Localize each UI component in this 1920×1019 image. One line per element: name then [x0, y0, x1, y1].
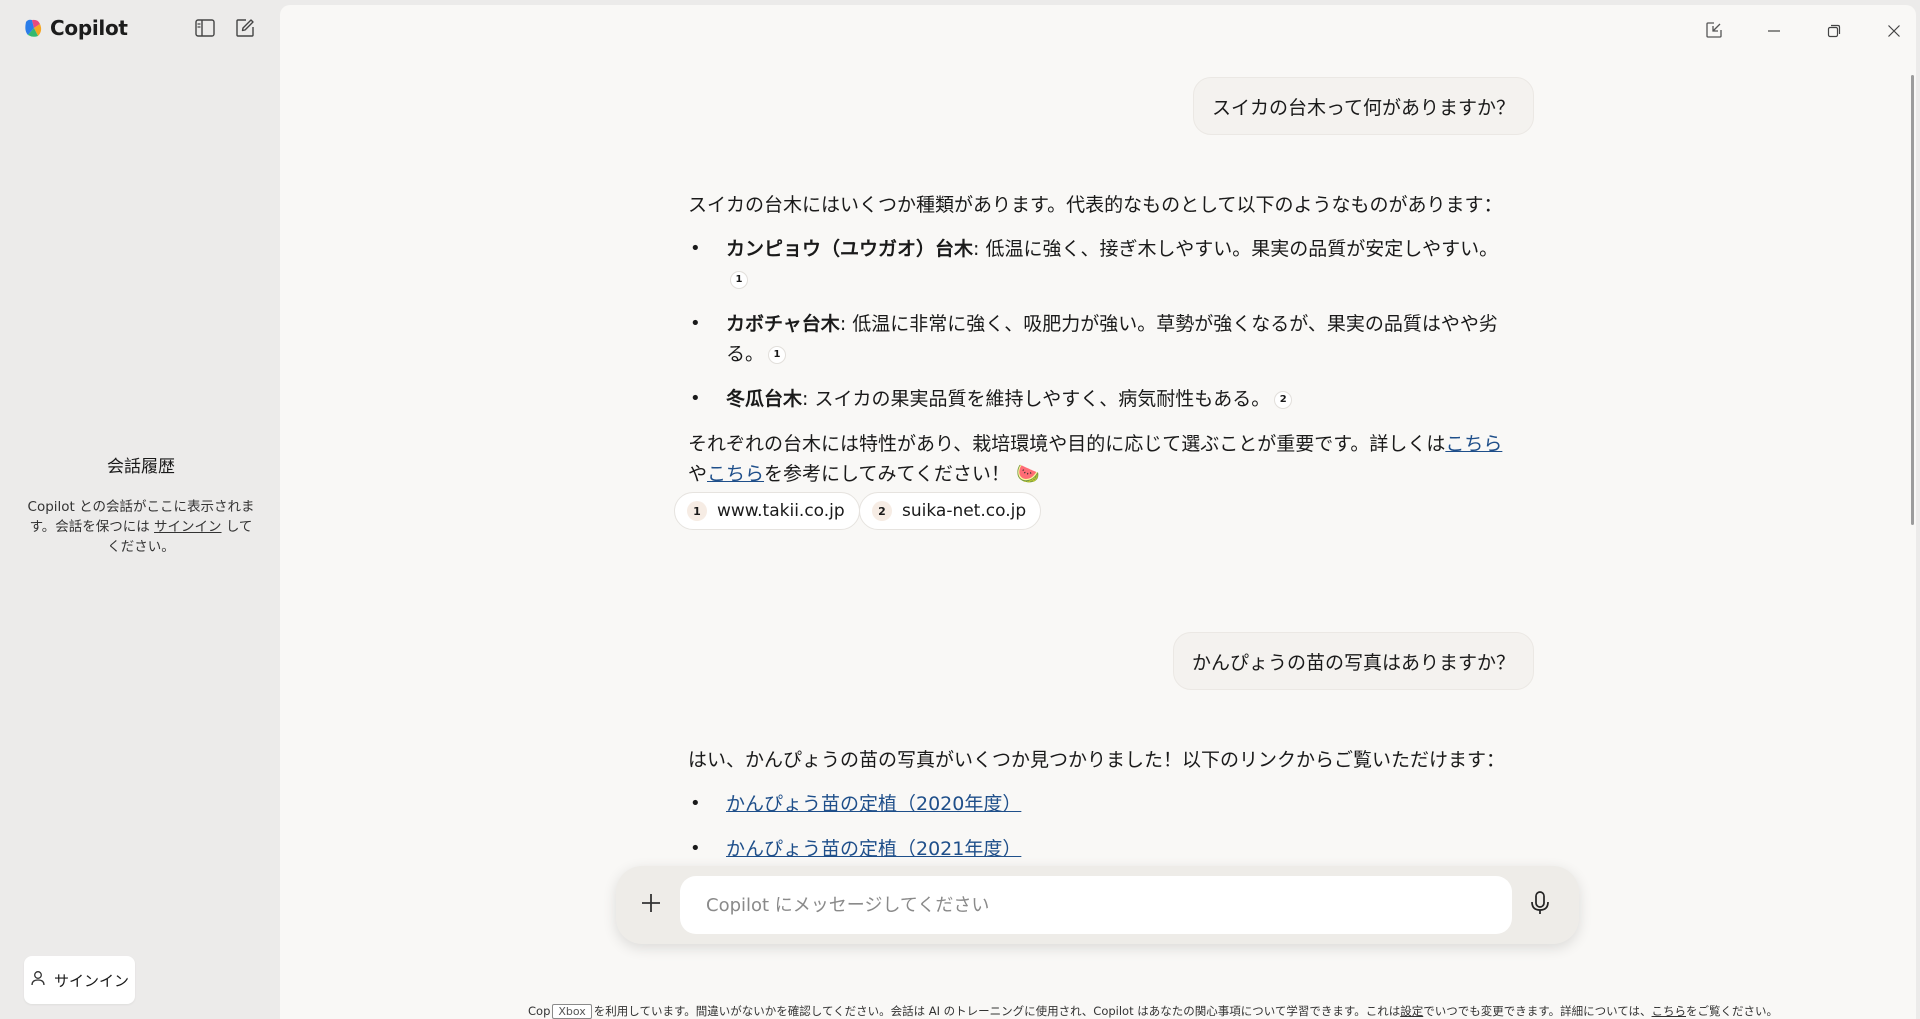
- watermelon-emoji: 🍉: [1015, 463, 1040, 485]
- brand-name: Copilot: [50, 16, 128, 40]
- list-item: カボチャ台木: 低温に非常に強く、吸肥力が強い。草勢が強くなるが、果実の品質はや…: [688, 309, 1518, 369]
- source-number: 1: [687, 501, 707, 521]
- source-domain: www.takii.co.jp: [717, 501, 845, 521]
- close-button[interactable]: [1874, 17, 1914, 47]
- assistant-message: はい、かんぴょうの苗の写真がいくつか見つかりました！以下のリンクからご覧いただけ…: [688, 745, 1518, 879]
- signin-button[interactable]: サインイン: [24, 956, 135, 1004]
- user-icon: [30, 970, 46, 990]
- footer-disclaimer: Cop Xbox を利用しています。間違いがないかを確認してください。会話は AI …: [528, 1004, 1779, 1019]
- user-message-text: かんぴょうの苗の写真はありますか？: [1191, 651, 1515, 674]
- assistant-message: スイカの台木にはいくつか種類があります。代表的なものとして以下のようなものがあり…: [688, 190, 1518, 489]
- sidebar: Copilot 会話履歴 Copilot との会話がここに表示されます。会話を保…: [0, 0, 280, 1019]
- citation-badge[interactable]: 1: [730, 271, 748, 289]
- list-item: 冬瓜台木: スイカの果実品質を維持しやすく、病気耐性もある。2: [688, 384, 1518, 414]
- plus-icon: [640, 892, 662, 918]
- item-term: カンピョウ（ユウガオ）台木: [726, 238, 974, 260]
- xbox-tag: Xbox: [552, 1004, 592, 1019]
- close-icon: [1887, 23, 1901, 42]
- composer: [616, 866, 1579, 944]
- photo-link[interactable]: かんぴょう苗の定植（2020年度）: [726, 793, 1021, 815]
- popout-icon: [1705, 21, 1723, 43]
- microphone-icon: [1530, 890, 1550, 920]
- message-input[interactable]: [680, 876, 1512, 934]
- user-message: スイカの台木って何がありますか？: [1192, 77, 1534, 135]
- list-item: かんぴょう苗の定植（2021年度）: [688, 834, 1518, 864]
- reference-link[interactable]: こちら: [1445, 433, 1502, 455]
- minimize-button[interactable]: [1754, 17, 1794, 47]
- item-text: : 低温に非常に強く、吸肥力が強い。草勢が強くなるが、果実の品質はやや劣る。: [726, 313, 1498, 365]
- reply-intro: スイカの台木にはいくつか種類があります。代表的なものとして以下のようなものがあり…: [688, 194, 1503, 216]
- source-domain: suika-net.co.jp: [902, 501, 1027, 521]
- new-chat-button[interactable]: [231, 16, 259, 44]
- popout-button[interactable]: [1694, 17, 1734, 47]
- signin-label: サインイン: [53, 971, 129, 990]
- item-text: : スイカの果実品質を維持しやすく、病気耐性もある。: [802, 388, 1271, 410]
- user-message: かんぴょうの苗の写真はありますか？: [1172, 632, 1534, 690]
- brand[interactable]: Copilot: [22, 16, 128, 40]
- add-attachment-button[interactable]: [630, 884, 672, 926]
- settings-link[interactable]: 設定: [1400, 1004, 1423, 1018]
- restore-icon: [1827, 23, 1841, 42]
- source-number: 2: [872, 501, 892, 521]
- sidebar-panel-icon: [195, 19, 215, 41]
- history-description: Copilot との会話がここに表示されます。会話を保つには サインイン してく…: [27, 499, 255, 555]
- user-message-text: スイカの台木って何がありますか？: [1211, 96, 1515, 119]
- history-signin-link[interactable]: サインイン: [154, 519, 222, 535]
- compose-icon: [235, 18, 255, 42]
- reference-link[interactable]: こちら: [707, 463, 764, 485]
- photo-link[interactable]: かんぴょう苗の定植（2021年度）: [726, 838, 1021, 860]
- more-info-link[interactable]: こちら: [1652, 1004, 1687, 1018]
- reply-outro: それぞれの台木には特性があり、栽培環境や目的に応じて選ぶことが重要です。詳しくは…: [688, 433, 1503, 485]
- photo-link-list: かんぴょう苗の定植（2020年度） かんぴょう苗の定植（2021年度）: [688, 789, 1518, 864]
- minimize-icon: [1767, 23, 1781, 42]
- list-item: カンピョウ（ユウガオ）台木: 低温に強く、接ぎ木しやすい。果実の品質が安定しやす…: [688, 234, 1518, 294]
- citation-badge[interactable]: 2: [1274, 391, 1293, 409]
- citation-badge[interactable]: 1: [768, 346, 787, 364]
- history-title: 会話履歴: [107, 457, 175, 477]
- restore-button[interactable]: [1814, 17, 1854, 47]
- item-text: : 低温に強く、接ぎ木しやすい。果実の品質が安定しやすい。: [973, 238, 1499, 260]
- microphone-button[interactable]: [1519, 884, 1561, 926]
- item-term: カボチャ台木: [726, 313, 840, 335]
- copilot-logo-icon: [22, 17, 44, 39]
- conversation-history: 会話履歴 Copilot との会話がここに表示されます。会話を保つには サインイ…: [26, 452, 256, 557]
- list-item: かんぴょう苗の定植（2020年度）: [688, 789, 1518, 819]
- item-term: 冬瓜台木: [726, 388, 803, 410]
- scrollbar[interactable]: [1911, 75, 1914, 525]
- source-chip[interactable]: 1 www.takii.co.jp: [674, 492, 860, 530]
- source-chip[interactable]: 2 suika-net.co.jp: [859, 492, 1042, 530]
- chat-panel: スイカの台木って何がありますか？ スイカの台木にはいくつか種類があります。代表的…: [280, 5, 1916, 1019]
- reply-intro: はい、かんぴょうの苗の写真がいくつか見つかりました！以下のリンクからご覧いただけ…: [688, 749, 1506, 771]
- rootstock-list: カンピョウ（ユウガオ）台木: 低温に強く、接ぎ木しやすい。果実の品質が安定しやす…: [688, 234, 1518, 414]
- toggle-sidebar-button[interactable]: [191, 16, 219, 44]
